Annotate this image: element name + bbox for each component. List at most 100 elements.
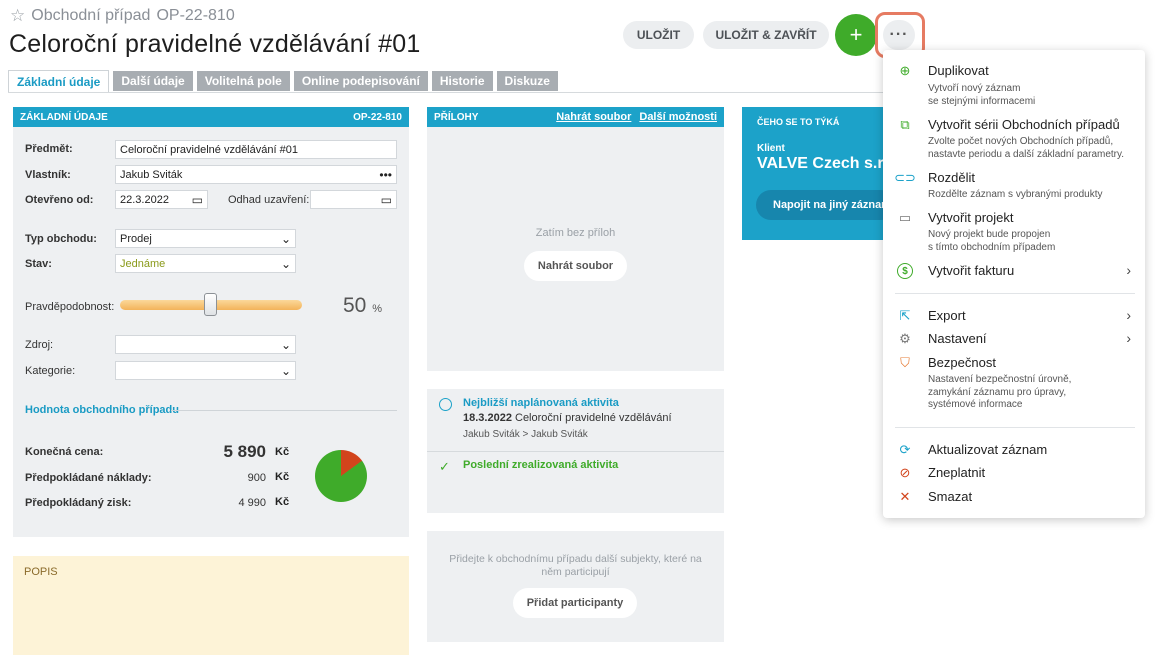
chevron-right-icon: › — [1126, 262, 1131, 278]
owner-field[interactable]: Jakub Sviták ••• — [115, 165, 397, 184]
upload-file-button[interactable]: Nahrát soubor — [524, 251, 627, 281]
deal-value-pie-chart — [315, 450, 367, 502]
chevron-right-icon: › — [1126, 307, 1131, 323]
participants-hint-line1: Přidejte k obchodnímu případu další subj… — [449, 553, 702, 565]
state-select[interactable]: Jednáme ⌄ — [115, 254, 296, 273]
gear-icon: ⚙ — [899, 331, 911, 346]
tab-online-signing[interactable]: Online podepisování — [293, 71, 428, 91]
probability-value: 50 — [343, 294, 367, 317]
opened-date-field[interactable]: 22.3.2022 ▭ — [115, 190, 208, 209]
tab-divider — [8, 92, 888, 93]
check-icon: ✓ — [439, 459, 450, 474]
add-participants-button[interactable]: Přidat participanty — [513, 588, 637, 618]
category-select[interactable]: ⌄ — [115, 361, 296, 380]
profit-currency: Kč — [275, 496, 290, 508]
description-panel[interactable]: POPIS — [13, 556, 409, 655]
menu-item-desc-line: Rozdělte záznam s vybranými produkty — [928, 189, 1103, 200]
basic-info-heading: ZÁKLADNÍ ÚDAJE — [20, 111, 108, 123]
final-price-value: 5 890 — [223, 442, 266, 461]
menu-item-desc-line: systémové informace — [928, 399, 1023, 410]
menu-divider — [895, 427, 1135, 428]
attachments-header: PŘÍLOHY Nahrát soubor Další možnosti — [427, 107, 724, 127]
probability-unit: % — [372, 303, 382, 315]
menu-item-desc-line: Vytvoří nový záznam — [928, 83, 1021, 94]
participants-hint-line2: něm participují — [541, 566, 610, 578]
connect-record-button[interactable]: Napojit na jiný záznam — [756, 190, 892, 220]
upload-file-link[interactable]: Nahrát soubor — [556, 111, 631, 123]
chevron-down-icon: ⌄ — [280, 363, 291, 378]
attachments-heading: PŘÍLOHY — [434, 111, 479, 123]
page-title: Celoroční pravidelné vzdělávání #01 — [9, 30, 421, 58]
more-options-button[interactable]: ··· — [883, 20, 915, 50]
star-icon[interactable]: ☆ — [10, 6, 25, 26]
owner-value: Jakub Sviták — [120, 168, 183, 181]
menu-item-desc-line: nastavte periodu a další základní parame… — [928, 148, 1125, 160]
more-options-menu: ⊕ Duplikovat Vytvoří nový záznam se stej… — [883, 50, 1145, 518]
tab-custom-fields[interactable]: Volitelná pole — [196, 71, 290, 91]
menu-item-label: Zneplatnit — [928, 465, 986, 480]
split-icon: ⊂⊃ — [894, 170, 916, 185]
invoice-icon: $ — [897, 263, 913, 279]
chevron-down-icon: ⌄ — [280, 256, 291, 271]
calendar-icon[interactable]: ▭ — [381, 193, 392, 207]
owner-options-icon[interactable]: ••• — [379, 168, 392, 182]
probability-readout: 50 % — [343, 294, 382, 318]
final-price-label: Konečná cena: — [25, 446, 104, 458]
client-value[interactable]: VALVE Czech s.r.o. — [757, 155, 892, 173]
state-value: Jednáme — [120, 257, 166, 270]
activities-panel: Nejbližší naplánovaná aktivita 18.3.2022… — [427, 389, 724, 513]
menu-item-desc: Nový projekt bude propojen s tímto obcho… — [928, 229, 1138, 254]
menu-item-desc: Vytvoří nový záznam se stejnými informac… — [928, 83, 1138, 108]
basic-info-header: ZÁKLADNÍ ÚDAJE OP-22-810 — [13, 107, 409, 127]
probability-slider-handle[interactable] — [204, 293, 217, 316]
next-activity-title[interactable]: Nejbližší naplánovaná aktivita — [463, 397, 619, 409]
close-estimate-field[interactable]: ▭ — [310, 190, 397, 209]
delete-icon: ✕ — [899, 489, 911, 504]
next-activity-line[interactable]: 18.3.2022 Celoroční pravidelné vzděláván… — [463, 412, 672, 424]
calendar-icon[interactable]: ▭ — [192, 193, 203, 207]
tab-additional-info[interactable]: Další údaje — [113, 71, 193, 91]
breadcrumb: ☆ Obchodní případ OP-22-810 — [10, 6, 235, 26]
menu-item-label: Smazat — [928, 489, 973, 504]
owner-label: Vlastník: — [25, 169, 71, 181]
menu-item-label: Vytvořit sérii Obchodních případů — [928, 117, 1120, 132]
more-options-link[interactable]: Další možnosti — [639, 111, 717, 123]
no-attachments-text: Zatím bez příloh — [535, 227, 616, 239]
save-button[interactable]: ULOŽIT — [623, 21, 694, 49]
menu-item-label: Export — [928, 308, 966, 323]
probability-label: Pravděpodobnost: — [25, 301, 115, 313]
activities-divider — [427, 451, 724, 452]
description-label: POPIS — [24, 566, 58, 578]
tab-discussion[interactable]: Diskuze — [496, 71, 558, 91]
participants-hint: Přidejte k obchodnímu případu další subj… — [427, 553, 724, 579]
chevron-down-icon: ⌄ — [280, 231, 291, 246]
next-activity-date: 18.3.2022 — [463, 412, 512, 424]
next-activity-name: Celoroční pravidelné vzdělávání — [515, 412, 672, 424]
last-activity-title[interactable]: Poslední zrealizovaná aktivita — [463, 459, 618, 471]
clock-icon — [439, 398, 452, 411]
costs-value: 900 — [247, 472, 266, 484]
category-label: Kategorie: — [25, 365, 76, 377]
participants-panel: Přidejte k obchodnímu případu další subj… — [427, 531, 724, 642]
tab-history[interactable]: Historie — [431, 71, 493, 91]
menu-item-desc: Rozdělte záznam s vybranými produkty — [928, 189, 1138, 202]
menu-item-label: Rozdělit — [928, 170, 975, 185]
chevron-down-icon: ⌄ — [280, 337, 291, 352]
attachments-panel: PŘÍLOHY Nahrát soubor Další možnosti Zat… — [427, 107, 724, 371]
source-select[interactable]: ⌄ — [115, 335, 296, 354]
subject-label: Předmět: — [25, 143, 73, 155]
subject-field[interactable]: Celoroční pravidelné vzdělávání #01 — [115, 140, 397, 159]
menu-item-desc-line: Nový projekt bude propojen — [928, 229, 1051, 240]
deal-value-section-title: Hodnota obchodního případu — [25, 404, 179, 416]
save-close-button[interactable]: ULOŽIT & ZAVŘÍT — [703, 21, 829, 49]
tab-basic-info[interactable]: Základní údaje — [8, 70, 110, 92]
menu-item-desc-line: Nastavení bezpečnostní úrovně, — [928, 374, 1072, 385]
menu-item-desc: Zvolte počet nových Obchodních případů, … — [928, 136, 1138, 161]
deal-type-label: Typ obchodu: — [25, 233, 97, 245]
menu-item-label: Duplikovat — [928, 63, 989, 78]
deal-type-select[interactable]: Prodej ⌄ — [115, 229, 296, 248]
source-label: Zdroj: — [25, 339, 54, 351]
menu-item-label: Nastavení — [928, 331, 987, 346]
add-button[interactable]: + — [835, 14, 877, 56]
deal-type-value: Prodej — [120, 232, 152, 245]
